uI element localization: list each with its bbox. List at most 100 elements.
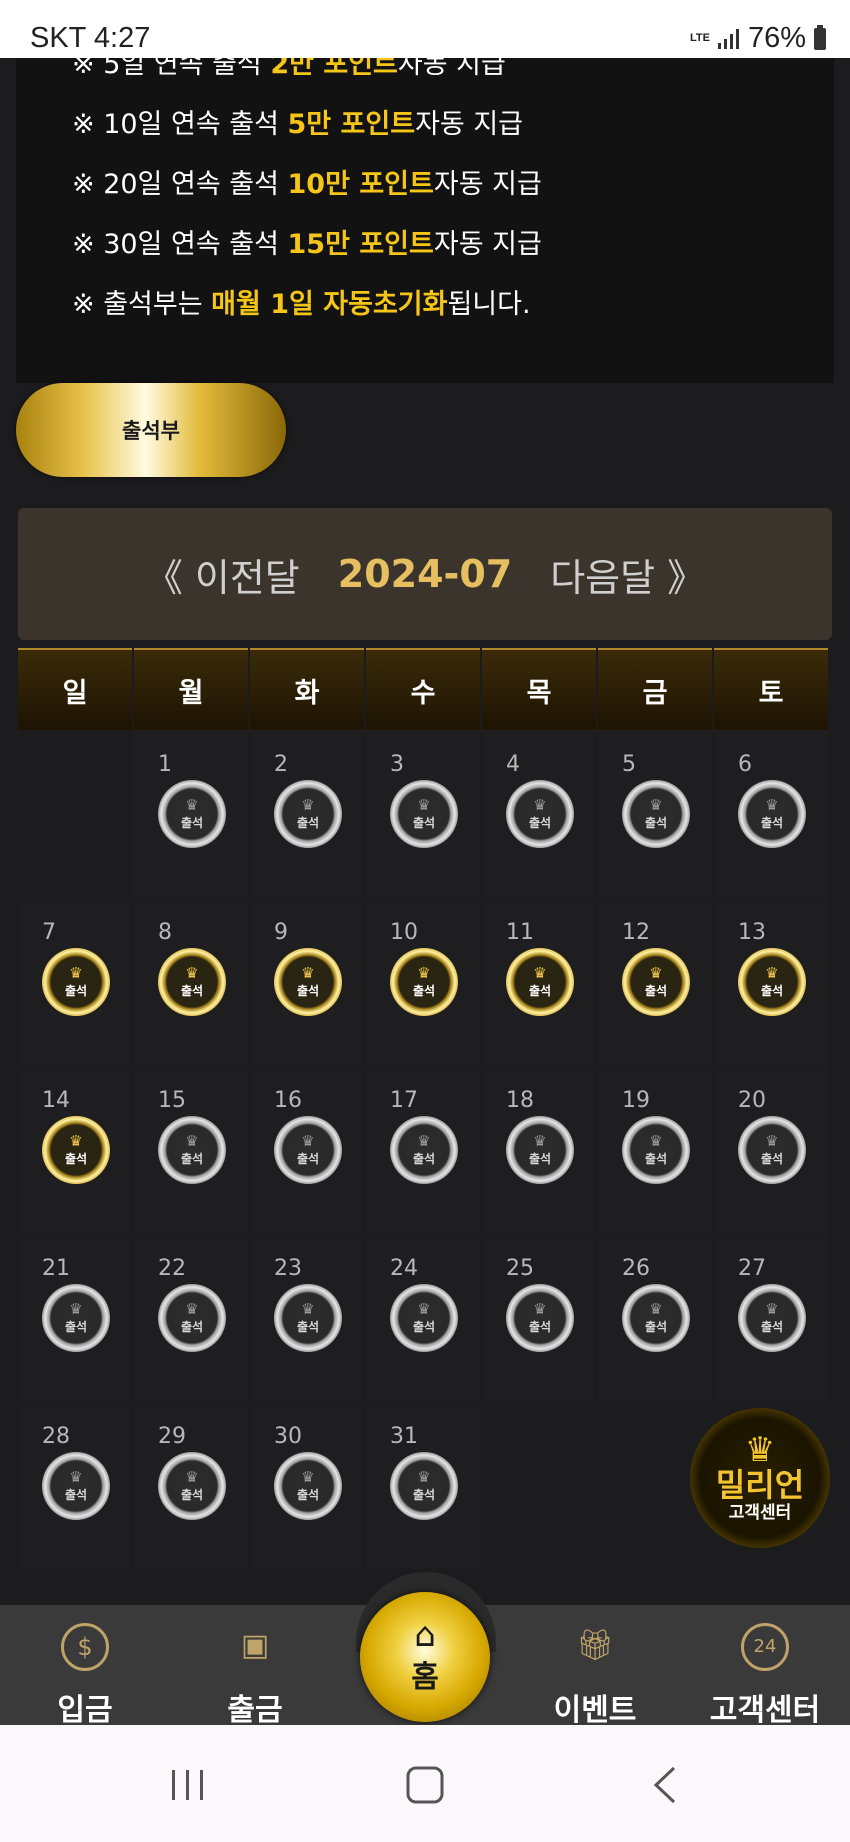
crown-icon: ♛ [417,1299,431,1318]
badge-label: 출석 [180,1151,204,1166]
recents-icon [172,1770,203,1800]
attendance-badge-checked: ♛ 출석 [738,948,806,1016]
badge-label: 출석 [296,1151,320,1166]
home-button[interactable]: ⌂ 홈 [360,1592,490,1722]
crown-icon: ♛ [649,1131,663,1150]
recents-button[interactable] [148,1755,228,1815]
day-number: 27 [738,1256,766,1281]
nav-deposit[interactable]: $ 입금 [15,1605,155,1728]
day-number: 24 [390,1256,418,1281]
weekday-header: 일 월 화 수 목 금 토 [18,648,830,730]
signal-icon [717,28,740,49]
crown-icon: ♛ [533,795,547,814]
attendance-badge-checked: ♛ 출석 [274,948,342,1016]
calendar-day-cell: 13 ♛ 출석 [714,898,828,1064]
calendar-day-cell: 16 ♛ 출석 [250,1066,364,1232]
calendar-week: 1 ♛ 출석 2 ♛ 출석 3 ♛ 출석 4 ♛ 출석 5 ♛ 출석 6 ♛ 출석 [18,730,830,898]
crown-icon: ♛ [765,963,779,982]
nav-event[interactable]: 🎁︎ 이벤트 [525,1605,665,1728]
attendance-badge-unchecked: ♛ 출석 [390,1116,458,1184]
month-navigation: 《 이전달 2024-07 다음달 》 [18,508,832,640]
attendance-badge-unchecked: ♛ 출석 [622,780,690,848]
attendance-badge-unchecked: ♛ 출석 [158,780,226,848]
next-month-link[interactable]: 다음달 》 [550,547,705,602]
back-chevron-icon [653,1766,676,1804]
badge-label: 출석 [412,815,436,830]
weekday-wed: 수 [366,648,480,730]
notice-line: ※ 30일 연속 출석 15만 포인트자동 지급 [72,229,542,260]
attendance-badge-checked: ♛ 출석 [622,948,690,1016]
calendar-day-cell: 17 ♛ 출석 [366,1066,480,1232]
day-number: 11 [506,920,534,945]
badge-label: 출석 [644,1319,668,1334]
badge-label: 출석 [760,983,784,998]
badge-label: 출석 [644,815,668,830]
crown-icon: ♛ [765,795,779,814]
calendar-day-cell: 3 ♛ 출석 [366,730,480,896]
attendance-badge-checked: ♛ 출석 [42,1116,110,1184]
crown-icon: ♛ [533,1299,547,1318]
crown-icon: ♛ [185,1467,199,1486]
badge-label: 출석 [412,1319,436,1334]
notice-line: ※ 출석부는 매월 1일 자동초기화됩니다. [72,289,531,320]
dollar-icon: $ [61,1623,109,1671]
prev-month-link[interactable]: 《 이전달 [145,547,300,602]
crown-icon: ♛ [301,795,315,814]
calendar-day-cell: 7 ♛ 출석 [18,898,132,1064]
attendance-badge-unchecked: ♛ 출석 [738,780,806,848]
support-brand: 밀리언 [715,1466,805,1504]
calendar-day-cell: 26 ♛ 출석 [598,1234,712,1400]
weekday-tue: 화 [250,648,364,730]
weekday-thu: 목 [482,648,596,730]
calendar-day-cell: 9 ♛ 출석 [250,898,364,1064]
attendance-badge-checked: ♛ 출석 [506,948,574,1016]
attendance-badge-unchecked: ♛ 출석 [390,1452,458,1520]
attendance-badge-unchecked: ♛ 출석 [42,1452,110,1520]
crown-icon: ♛ [301,1131,315,1150]
day-number: 17 [390,1088,418,1113]
day-number: 6 [738,752,752,777]
attendance-button[interactable]: 출석부 [16,383,286,477]
calendar-day-cell: 23 ♛ 출석 [250,1234,364,1400]
home-system-button[interactable] [385,1755,465,1815]
attendance-badge-unchecked: ♛ 출석 [622,1116,690,1184]
crown-icon: ♛ [185,795,199,814]
day-number: 13 [738,920,766,945]
calendar-day-cell: 27 ♛ 출석 [714,1234,828,1400]
notice-line: ※ 20일 연속 출석 10만 포인트자동 지급 [72,169,542,200]
nav-event-label: 이벤트 [553,1693,637,1728]
nav-withdraw[interactable]: ▣ 출금 [185,1605,325,1728]
calendar-day-cell: 31 ♛ 출석 [366,1402,480,1568]
crown-icon: ♛ [301,1299,315,1318]
back-button[interactable] [625,1755,705,1815]
attendance-badge-checked: ♛ 출석 [158,948,226,1016]
day-number: 20 [738,1088,766,1113]
notice-line: ※ 10일 연속 출석 5만 포인트자동 지급 [72,109,524,140]
support-label: 고객센터 [728,1503,792,1523]
badge-label: 출석 [412,1487,436,1502]
crown-icon: ♛ [417,963,431,982]
day-number: 9 [274,920,288,945]
calendar-empty-cell [18,730,132,896]
weekday-sat: 토 [714,648,828,730]
day-number: 14 [42,1088,70,1113]
calendar-day-cell: 30 ♛ 출석 [250,1402,364,1568]
calendar-day-cell: 18 ♛ 출석 [482,1066,596,1232]
day-number: 19 [622,1088,650,1113]
badge-label: 출석 [528,983,552,998]
attendance-badge-unchecked: ♛ 출석 [390,780,458,848]
battery-percent: 76% [747,22,806,54]
badge-label: 출석 [528,1319,552,1334]
crown-icon: ♛ [185,1299,199,1318]
day-number: 4 [506,752,520,777]
calendar-day-cell: 12 ♛ 출석 [598,898,712,1064]
support-center-badge[interactable]: ♛ 밀리언 고객센터 [690,1408,830,1548]
attendance-badge-unchecked: ♛ 출석 [506,780,574,848]
badge-label: 출석 [296,983,320,998]
status-bar: SKT 4:27 LTE 76% [0,0,850,58]
nav-support[interactable]: 24 고객센터 [695,1605,835,1728]
crown-icon: ♛ [649,795,663,814]
badge-label: 출석 [528,1151,552,1166]
attendance-badge-checked: ♛ 출석 [390,948,458,1016]
home-icon: ⌂ [414,1615,436,1655]
